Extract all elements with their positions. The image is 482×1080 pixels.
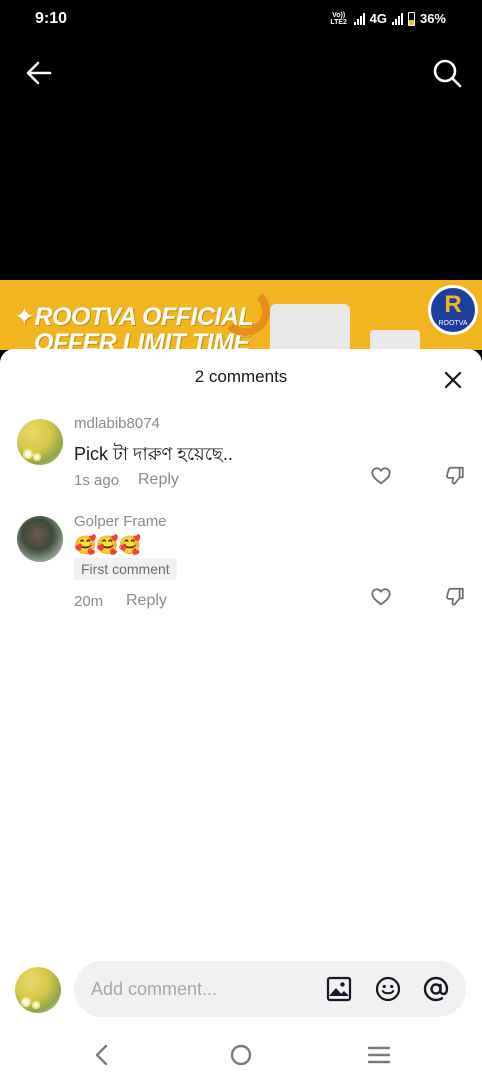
close-icon[interactable] xyxy=(442,369,464,391)
signal-2-icon xyxy=(391,12,403,25)
current-user-avatar xyxy=(15,967,61,1013)
video-banner[interactable]: ✦ROOTVA OFFICIAL OFFER LIMIT TIME R ROOT… xyxy=(0,280,482,350)
banner-product-box xyxy=(370,330,420,350)
brand-logo-text: ROOTVA xyxy=(438,320,468,327)
banner-product-image xyxy=(270,304,350,350)
comment-input[interactable]: Add comment... xyxy=(74,961,466,1017)
signal-1-icon xyxy=(353,12,365,25)
battery-percent: 36% xyxy=(419,11,446,26)
avatar[interactable] xyxy=(17,516,63,562)
thumbs-down-icon[interactable] xyxy=(444,586,466,608)
nav-home-icon[interactable] xyxy=(228,1042,254,1068)
status-indicators: Vo)) LTE2 4G 36% xyxy=(329,11,446,26)
comment-username[interactable]: Golper Frame xyxy=(74,513,167,530)
comment-time: 20m xyxy=(74,593,104,610)
image-icon[interactable] xyxy=(325,975,353,1003)
brand-logo: R ROOTVA xyxy=(428,285,478,335)
volte-line1: Vo)) xyxy=(332,11,346,19)
back-arrow-icon[interactable] xyxy=(22,56,56,90)
network-type: 4G xyxy=(369,11,387,26)
reply-button[interactable]: Reply xyxy=(126,592,167,610)
avatar[interactable] xyxy=(17,419,63,465)
status-time: 9:10 xyxy=(35,10,68,27)
reply-button[interactable]: Reply xyxy=(138,471,179,489)
search-icon[interactable] xyxy=(430,56,464,90)
banner-line2: OFFER LIMIT TIME xyxy=(34,329,250,350)
comments-count-title: 2 comments xyxy=(194,367,288,386)
volte-line2: LTE2 xyxy=(330,18,347,26)
volte-icon: Vo)) LTE2 xyxy=(329,12,349,26)
heart-icon[interactable] xyxy=(370,465,392,487)
comment-text: 🥰🥰🥰 xyxy=(74,535,142,555)
first-comment-badge: First comment xyxy=(74,558,177,580)
status-bar: 9:10 Vo)) LTE2 4G 36% xyxy=(0,0,482,40)
comment-username[interactable]: mdlabib8074 xyxy=(74,415,160,432)
mention-icon[interactable] xyxy=(422,975,450,1003)
nav-menu-icon[interactable] xyxy=(366,1042,392,1068)
comment-input-placeholder: Add comment... xyxy=(91,979,218,999)
comments-sheet: 2 comments mdlabib8074 Pick টা দারুণ হয়… xyxy=(0,349,482,1080)
emoji-icon[interactable] xyxy=(374,975,402,1003)
battery-icon xyxy=(407,11,415,26)
nav-back-icon[interactable] xyxy=(90,1042,116,1068)
banner-decoration xyxy=(220,286,270,336)
comment-time: 1s ago xyxy=(74,472,120,489)
banner-line1: ✦ROOTVA OFFICIAL xyxy=(14,303,254,331)
heart-icon[interactable] xyxy=(370,586,392,608)
comment-text: Pick টা দারুণ হয়েছে.. xyxy=(74,444,233,464)
thumbs-down-icon[interactable] xyxy=(444,465,466,487)
banner-text: ✦ROOTVA OFFICIAL OFFER LIMIT TIME xyxy=(14,303,254,350)
system-navigation-bar xyxy=(0,1030,482,1080)
